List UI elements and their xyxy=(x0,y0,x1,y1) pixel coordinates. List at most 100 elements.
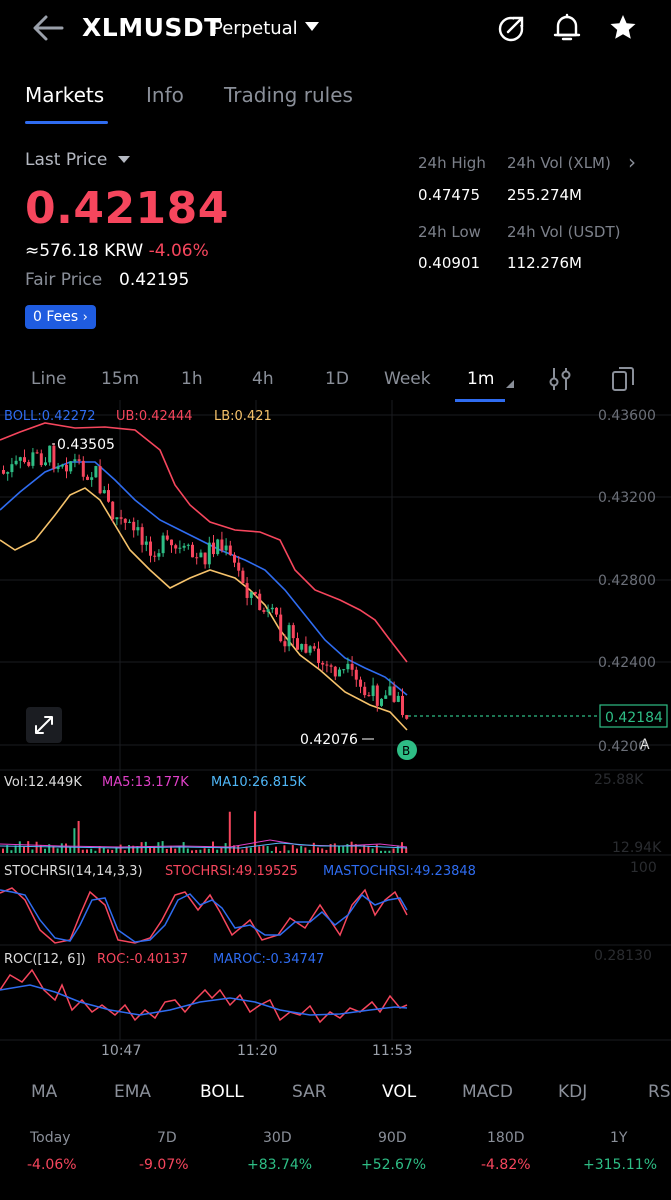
fair-price-label: Fair Price xyxy=(25,270,103,290)
volume-bar xyxy=(27,841,30,853)
volume-bar xyxy=(203,848,206,853)
stoch-axis: 100 xyxy=(630,860,657,876)
interval-more-icon[interactable] xyxy=(506,380,514,388)
perf-value: +83.74% xyxy=(247,1157,313,1173)
candle-body xyxy=(56,466,60,469)
back-arrow-icon[interactable] xyxy=(28,12,68,44)
indicator-boll[interactable]: BOLL xyxy=(200,1082,244,1102)
time-tick: 10:47 xyxy=(101,1043,141,1059)
interval-15m[interactable]: 15m xyxy=(101,369,139,389)
interval-4h[interactable]: 4h xyxy=(252,369,274,389)
contract-type[interactable]: Perpetual xyxy=(212,18,298,39)
price-change: -4.06% xyxy=(148,241,209,261)
star-icon[interactable] xyxy=(608,12,638,44)
volume-bar xyxy=(107,849,109,853)
volume-bar xyxy=(375,844,378,853)
candle-body xyxy=(367,695,371,697)
candle-body xyxy=(65,464,68,472)
volume-bar xyxy=(199,849,202,853)
caret-down-icon[interactable] xyxy=(118,156,130,163)
candle-body xyxy=(44,462,47,466)
indicator-settings-icon[interactable] xyxy=(548,366,572,396)
candle-body xyxy=(228,545,232,555)
indicator-rsi[interactable]: RS xyxy=(648,1082,671,1102)
candle-body xyxy=(107,490,110,502)
price-chart[interactable]: 0.43600 0.43200 0.42800 0.42400 0.4200 A… xyxy=(0,400,671,1080)
volume-bar xyxy=(178,847,181,853)
volume-bar xyxy=(405,847,408,853)
volume-bar xyxy=(308,849,311,853)
volume-bar xyxy=(44,848,46,853)
volume-bar xyxy=(312,842,315,853)
candle-body xyxy=(371,685,375,697)
candle-body xyxy=(81,460,85,477)
roc-value: ROC:-0.40137 xyxy=(97,952,188,967)
candle-body xyxy=(396,695,400,702)
y-tick: 0.42400 xyxy=(598,655,656,671)
tab-info[interactable]: Info xyxy=(146,83,184,107)
boll-label: BOLL:0.42272 xyxy=(4,409,96,424)
fees-button[interactable]: 0 Fees › xyxy=(25,305,96,329)
indicator-ema[interactable]: EMA xyxy=(114,1082,151,1102)
candle-body xyxy=(388,686,392,696)
candle-body xyxy=(296,638,299,650)
candle-body xyxy=(241,570,245,584)
candle-body xyxy=(359,679,362,687)
share-icon[interactable] xyxy=(496,12,526,44)
tab-trading-rules[interactable]: Trading rules xyxy=(224,83,353,107)
chevron-right-icon[interactable]: › xyxy=(628,150,636,174)
candle-body xyxy=(342,669,346,671)
indicator-vol[interactable]: VOL xyxy=(382,1082,416,1102)
high-label: 24h High xyxy=(418,154,486,172)
candle-body xyxy=(14,460,18,465)
candle-body xyxy=(10,464,14,473)
indicator-ma[interactable]: MA xyxy=(31,1082,57,1102)
indicator-macd[interactable]: MACD xyxy=(462,1082,513,1102)
vol-usdt-label: 24h Vol (USDT) xyxy=(507,223,621,241)
volume-bar xyxy=(296,848,298,853)
candle-body xyxy=(27,462,31,466)
volume-bar xyxy=(56,848,59,853)
candle-body xyxy=(245,583,249,598)
maroc-line xyxy=(0,984,408,1016)
candle-body xyxy=(317,648,320,663)
candle-body xyxy=(300,643,304,650)
interval-week[interactable]: Week xyxy=(384,369,431,389)
volume-bar xyxy=(258,846,261,853)
candle-body xyxy=(86,476,89,480)
candle-body xyxy=(220,539,224,551)
volume-bar xyxy=(23,846,25,853)
tab-markets[interactable]: Markets xyxy=(25,83,104,107)
fullscreen-button[interactable] xyxy=(26,707,62,743)
last-price-label[interactable]: Last Price xyxy=(25,150,107,170)
volume-bar xyxy=(304,847,307,853)
volume-bar xyxy=(249,847,252,853)
volume-bar xyxy=(342,846,345,853)
candle-body xyxy=(132,521,136,531)
bell-icon[interactable] xyxy=(552,12,582,44)
volume-bar xyxy=(77,820,80,853)
perf-value: -4.06% xyxy=(27,1157,77,1173)
volume-bar xyxy=(266,846,269,853)
interval-1m[interactable]: 1m xyxy=(467,369,494,389)
low-marker: 0.42076 xyxy=(300,732,358,748)
indicator-sar[interactable]: SAR xyxy=(292,1082,327,1102)
candle-body xyxy=(35,452,39,454)
volume-bar xyxy=(60,843,63,853)
candle-body xyxy=(39,453,43,466)
candle-body xyxy=(69,461,73,472)
volume-bar xyxy=(111,849,114,853)
interval-1d[interactable]: 1D xyxy=(325,369,349,389)
interval-line[interactable]: Line xyxy=(31,369,66,389)
last-price: 0.42184 xyxy=(25,183,229,234)
copy-icon[interactable] xyxy=(610,365,636,397)
symbol-title[interactable]: XLMUSDT xyxy=(82,13,222,42)
chevron-down-icon[interactable] xyxy=(305,22,319,31)
indicator-kdj[interactable]: KDJ xyxy=(558,1082,587,1102)
volume-bar xyxy=(350,841,353,853)
volume-bar xyxy=(35,841,38,853)
interval-1h[interactable]: 1h xyxy=(181,369,203,389)
candle-body xyxy=(254,592,257,594)
candle-body xyxy=(249,592,253,598)
candle-body xyxy=(270,607,274,610)
